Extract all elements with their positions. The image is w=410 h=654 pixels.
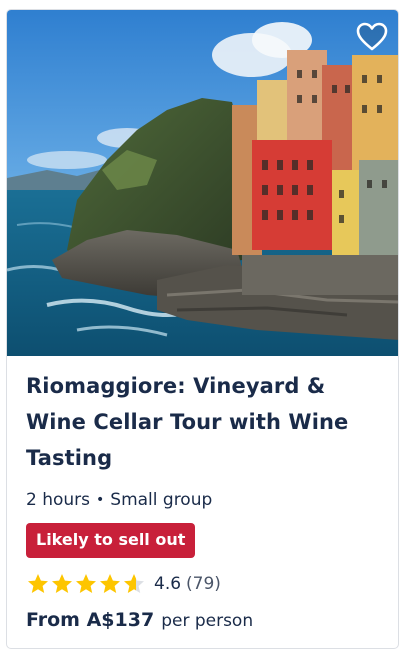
price-unit: per person [161,611,254,631]
card-content: Riomaggiore: Vineyard & Wine Cellar Tour… [26,368,380,631]
activity-photo[interactable] [7,10,398,356]
star-icon [100,574,120,593]
activity-title[interactable]: Riomaggiore: Vineyard & Wine Cellar Tour… [26,368,380,476]
group-size-text: Small group [110,490,213,510]
meta-separator: • [96,492,105,508]
heart-outline-icon [356,22,388,51]
star-icon [52,574,72,593]
likely-to-sell-out-badge: Likely to sell out [26,523,196,558]
rating-row: 4.6 (79) [26,572,380,596]
wishlist-button[interactable] [354,19,390,55]
rating-value: 4.6 [154,574,182,594]
duration-text: 2 hours [26,490,91,510]
star-icon [28,574,48,593]
star-icon [124,574,144,593]
star-icon [76,574,96,593]
price-row: From A$137 per person [26,609,380,631]
review-count: (79) [186,574,221,594]
star-rating [26,572,146,596]
price-from: From A$137 [26,609,155,631]
riomaggiore-image [7,10,398,356]
activity-card[interactable]: Riomaggiore: Vineyard & Wine Cellar Tour… [6,9,399,649]
activity-meta: 2 hours • Small group [26,490,380,510]
